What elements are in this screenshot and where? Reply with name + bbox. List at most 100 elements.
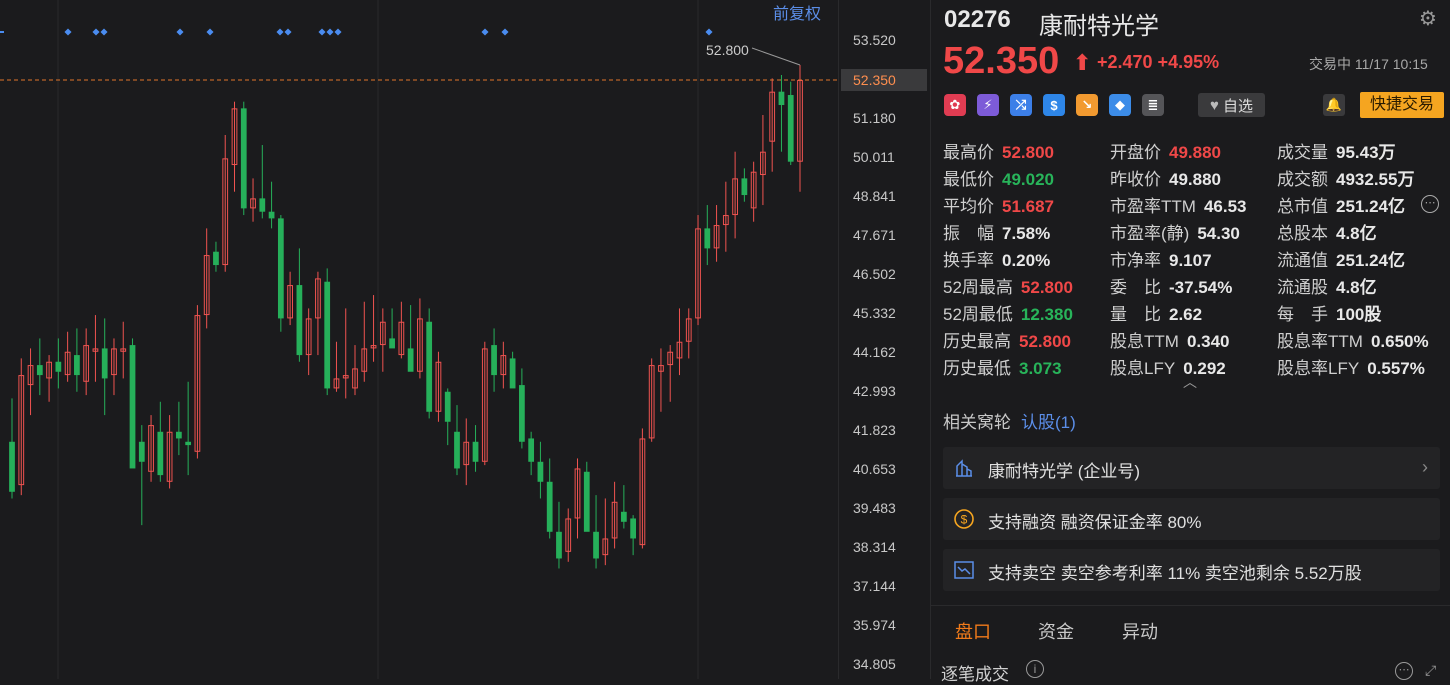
candle-body-down: [101, 348, 108, 379]
stat-cell: 市净率 9.107: [1110, 246, 1212, 271]
price-tick-label: 50.011: [853, 149, 895, 165]
high-marker-line: [751, 47, 801, 66]
candle-body-down: [537, 461, 544, 482]
lightning-icon[interactable]: ⚡: [977, 94, 999, 116]
stats-row: 历史最高 52.800 股息TTM 0.340 股息率TTM 0.650%: [943, 327, 1448, 354]
adjust-mode-button[interactable]: 前复权: [773, 0, 821, 24]
note-icon[interactable]: ≣: [1142, 94, 1164, 116]
stats-row: 最高价 52.800 开盘价 49.880 成交量 95.43万: [943, 138, 1448, 165]
price-tick-label: 44.162: [853, 344, 896, 360]
event-marker: [326, 28, 334, 36]
current-price-tag: 52.350: [841, 69, 927, 91]
stat-value: 52.800: [1019, 332, 1071, 351]
stat-cell: 股息TTM 0.340: [1110, 327, 1229, 352]
stat-cell: 换手率 0.20%: [943, 246, 1050, 271]
short-sell-card-text: 支持卖空 卖空参考利率 11% 卖空池剩余 5.52万股: [988, 564, 1362, 583]
stat-cell: 股息LFY 0.292: [1110, 354, 1226, 379]
stat-value: 54.30: [1197, 224, 1240, 243]
price-axis: 53.520 51.180 50.011 48.841 47.671 46.502 45.3…: [838, 0, 931, 679]
tab-orderbook[interactable]: 盘口: [955, 618, 991, 644]
candle-body-down: [324, 281, 331, 389]
svg-text:$: $: [961, 513, 968, 527]
heart-icon: ♥: [1210, 96, 1219, 114]
dollar-icon[interactable]: $: [1043, 94, 1065, 116]
tab-capital[interactable]: 资金: [1038, 618, 1074, 644]
stat-value: 46.53: [1203, 197, 1247, 216]
building-icon: [953, 457, 975, 479]
stat-label: 历史最低: [943, 359, 1011, 378]
stat-cell: 52周最低 12.380: [943, 300, 1073, 325]
more-icon[interactable]: ⋯: [1421, 195, 1439, 213]
candle-body-down: [630, 518, 637, 539]
expand-icon[interactable]: ⤢: [1425, 662, 1436, 679]
candle-body-down: [407, 348, 414, 372]
quick-trade-button[interactable]: 快捷交易: [1360, 92, 1444, 118]
stat-label: 平均价: [943, 197, 994, 216]
stat-value: 3.073: [1019, 359, 1062, 378]
price-tick-label: 37.144: [853, 578, 896, 594]
stat-label: 昨收价: [1110, 170, 1161, 189]
tag-icon[interactable]: ◆: [1109, 94, 1131, 116]
stats-table: 最高价 52.800 开盘价 49.880 成交量 95.43万 最低价 49.020 昨收价 4…: [943, 138, 1448, 381]
stat-value: 0.20%: [1002, 251, 1051, 270]
stat-cell: 市盈率(静) 54.30: [1110, 219, 1240, 244]
stat-value: -37.54%: [1169, 278, 1233, 297]
stat-label: 流通股: [1277, 278, 1328, 297]
candlestick-chart[interactable]: 52.800 前复权: [0, 0, 838, 679]
stat-value: 0.557%: [1367, 359, 1425, 378]
candle-body-down: [296, 285, 303, 356]
stat-cell: 股息率LFY 0.557%: [1277, 354, 1425, 379]
shuffle-icon[interactable]: ⤮: [1010, 94, 1032, 116]
quote-panel: 02276 康耐特光学 ⚙ 52.350 ⬆ +2.470 +4.95% 交易中…: [930, 0, 1450, 684]
stat-value: 2.62: [1169, 305, 1203, 324]
stat-label: 成交额: [1277, 170, 1328, 189]
stat-cell: 流通值 251.24亿: [1277, 246, 1405, 271]
watchlist-button[interactable]: ♥ 自选: [1198, 93, 1265, 117]
stat-value: 0.650%: [1370, 332, 1429, 351]
gear-icon[interactable]: ⚙: [1417, 8, 1439, 30]
event-marker: [501, 28, 509, 36]
stat-label: 流通值: [1277, 251, 1328, 270]
stat-cell: 平均价 51.687: [943, 192, 1054, 217]
stat-label: 市净率: [1110, 251, 1161, 270]
more-icon[interactable]: ⋯: [1395, 662, 1413, 680]
company-card-text: 康耐特光学 (企业号): [988, 462, 1141, 481]
trend-down-icon[interactable]: ↘: [1076, 94, 1098, 116]
feature-icons: ✿ ⚡ ⤮ $ ↘ ◆ ≣: [944, 94, 1164, 118]
stat-cell: 历史最高 52.800: [943, 327, 1071, 352]
stats-row: 平均价 51.687 市盈率TTM 46.53 总市值 251.24亿: [943, 192, 1448, 219]
candle-body-down: [157, 431, 164, 476]
stat-label: 总市值: [1277, 197, 1328, 216]
trade-status: 交易中 11/17 10:15: [1309, 56, 1428, 72]
stat-value: 52.800: [1020, 278, 1073, 297]
candle-body-down: [704, 228, 711, 249]
event-marker: [318, 28, 326, 36]
watchlist-label: 自选: [1222, 97, 1253, 115]
warrant-link[interactable]: 认股(1): [1021, 413, 1076, 432]
collapse-icon[interactable]: ︿: [1183, 372, 1197, 392]
stat-label: 总股本: [1277, 224, 1328, 243]
tab-unusual[interactable]: 异动: [1122, 618, 1158, 644]
stat-cell: 每 手 100股: [1277, 300, 1381, 325]
stat-label: 每 手: [1277, 305, 1328, 324]
hk-flag-icon[interactable]: ✿: [944, 94, 966, 116]
event-marker: [334, 28, 342, 36]
stat-value: 12.380: [1020, 305, 1073, 324]
stat-cell: 股息率TTM 0.650%: [1277, 327, 1429, 352]
stat-cell: 昨收价 49.880: [1110, 165, 1221, 190]
stats-row: 换手率 0.20% 市净率 9.107 流通值 251.24亿: [943, 246, 1448, 273]
price-tick-label: 42.993: [853, 383, 896, 399]
company-card[interactable]: 康耐特光学 (企业号) ›: [943, 447, 1440, 489]
event-marker: [176, 28, 184, 36]
bell-icon[interactable]: 🔔: [1323, 94, 1345, 116]
candle-body-down: [472, 441, 479, 462]
candle-body-down: [593, 531, 599, 559]
stat-label: 市盈率TTM: [1110, 197, 1196, 216]
stat-cell: 振 幅 7.58%: [943, 219, 1050, 244]
stat-value: 7.58%: [1002, 224, 1051, 243]
chart-canvas[interactable]: [0, 0, 838, 679]
stat-label: 委 比: [1110, 278, 1161, 297]
info-icon[interactable]: i: [1026, 660, 1044, 678]
candle-body-down: [185, 441, 192, 446]
stat-value: 4.8亿: [1336, 224, 1377, 243]
